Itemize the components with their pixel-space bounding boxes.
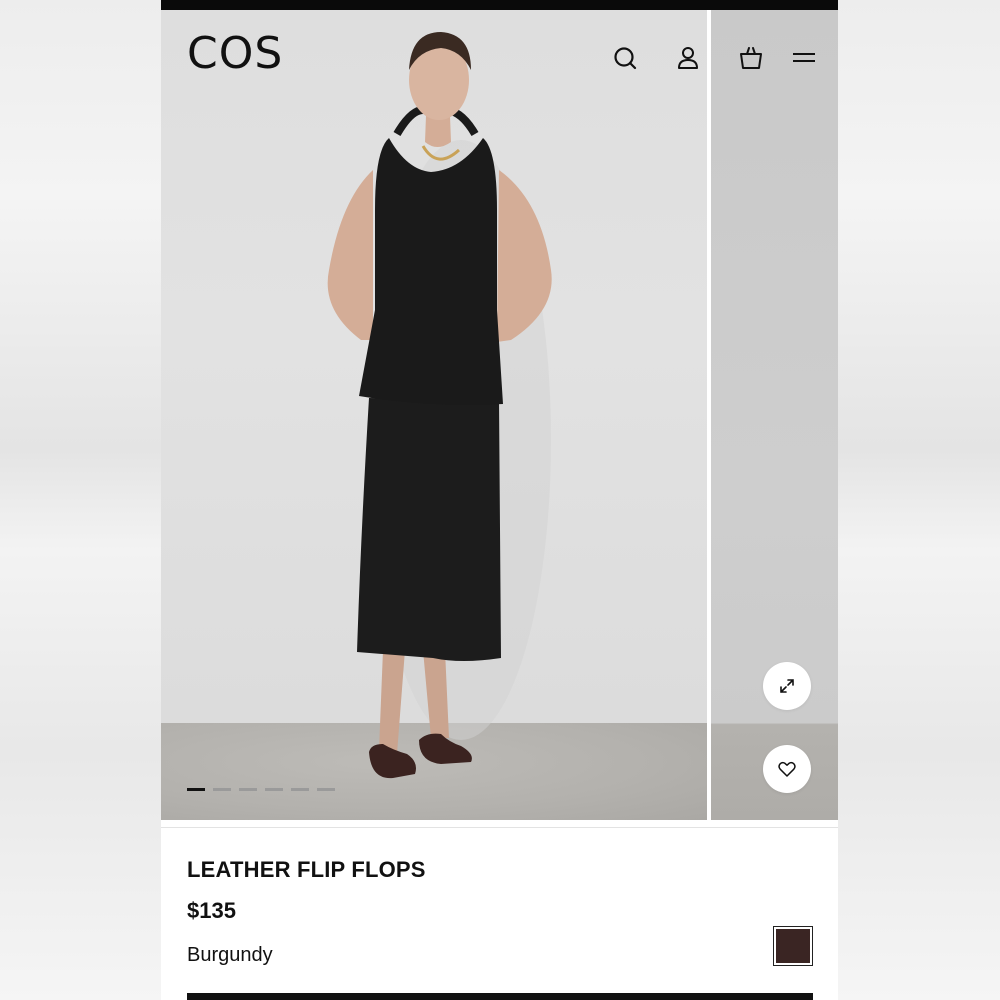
- status-bar: [161, 0, 838, 10]
- search-icon[interactable]: [611, 44, 639, 72]
- backdrop-right: [838, 0, 1000, 1000]
- menu-icon[interactable]: [790, 44, 818, 72]
- account-icon[interactable]: [674, 44, 702, 72]
- product-title: LEATHER FLIP FLOPS: [187, 857, 426, 882]
- model-figure: [327, 32, 552, 779]
- brand-logo[interactable]: COS: [187, 30, 283, 78]
- product-price: $135: [187, 898, 236, 923]
- product-image-gallery[interactable]: COS: [161, 10, 838, 820]
- product-image-main[interactable]: [161, 10, 707, 820]
- pagination-dot-active[interactable]: [187, 788, 205, 791]
- backdrop-left: [0, 0, 161, 1000]
- bag-icon[interactable]: [737, 44, 765, 72]
- pagination-dot[interactable]: [265, 788, 283, 791]
- expand-icon: [780, 679, 794, 693]
- heart-icon: [778, 761, 796, 777]
- pagination-dot[interactable]: [213, 788, 231, 791]
- add-to-bag-button[interactable]: [187, 993, 813, 1000]
- product-page: COS LEATHER FLIP FLOPS $135 Burgundy: [161, 0, 838, 1000]
- pagination-dot[interactable]: [239, 788, 257, 791]
- pagination-dot[interactable]: [291, 788, 309, 791]
- selected-color-label: Burgundy: [187, 944, 273, 966]
- color-swatch[interactable]: [773, 926, 813, 966]
- expand-image-button[interactable]: [763, 662, 811, 710]
- pagination-dot[interactable]: [317, 788, 335, 791]
- color-swatch-fill: [776, 929, 810, 963]
- wishlist-button[interactable]: [763, 745, 811, 793]
- gallery-pagination: [187, 788, 335, 791]
- divider: [161, 827, 838, 828]
